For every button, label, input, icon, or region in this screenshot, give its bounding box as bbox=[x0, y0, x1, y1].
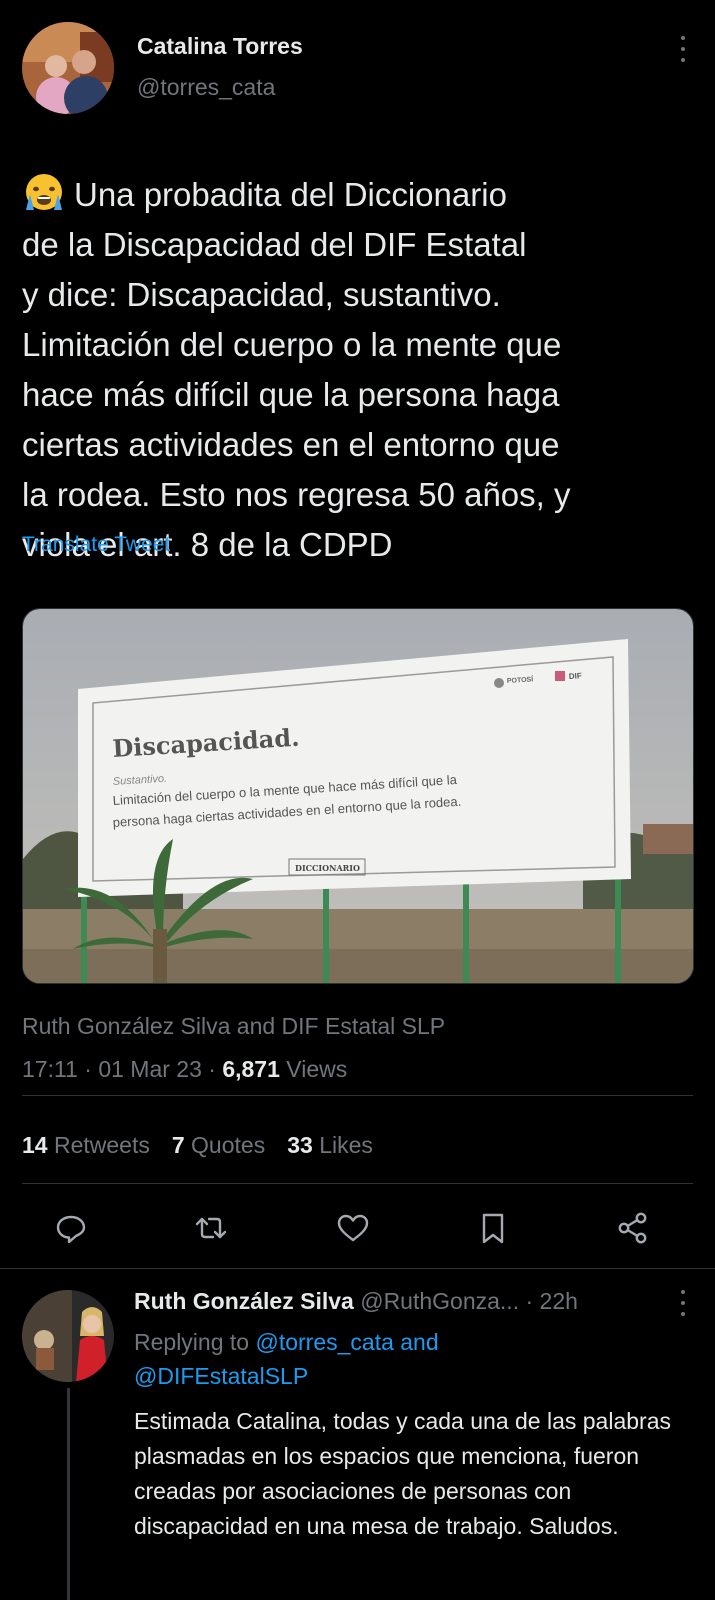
reply-header: Ruth González Silva @RuthGonza... · 22h bbox=[134, 1288, 578, 1315]
author-photo bbox=[22, 22, 114, 114]
likes-count: 33 bbox=[287, 1132, 313, 1158]
tagged-users[interactable]: Ruth González Silva and DIF Estatal SLP bbox=[22, 1013, 445, 1040]
separator: · bbox=[84, 1056, 92, 1082]
retweet-button[interactable] bbox=[193, 1210, 229, 1246]
separator: · bbox=[525, 1288, 534, 1314]
retweets-stat[interactable]: 14 Retweets bbox=[22, 1132, 150, 1159]
divider bbox=[22, 1183, 693, 1184]
reply-icon bbox=[56, 1215, 86, 1244]
like-button[interactable] bbox=[335, 1210, 371, 1246]
reply-button[interactable] bbox=[53, 1210, 89, 1246]
views-label: Views bbox=[286, 1056, 348, 1082]
bookmark-button[interactable] bbox=[475, 1210, 511, 1246]
replying-to-link-2[interactable]: @DIFEstatalSLP bbox=[134, 1363, 308, 1389]
divider bbox=[22, 1095, 693, 1096]
thread-line bbox=[67, 1388, 70, 1600]
action-bar bbox=[45, 1210, 685, 1246]
like-icon bbox=[337, 1214, 369, 1242]
section-divider bbox=[0, 1268, 715, 1269]
crying-face-icon bbox=[26, 174, 62, 210]
views-count: 6,871 bbox=[222, 1056, 280, 1082]
reply-author-handle[interactable]: @RuthGonza... bbox=[360, 1288, 519, 1314]
separator: · bbox=[208, 1056, 216, 1082]
translate-tweet-link[interactable]: Translate Tweet bbox=[22, 533, 170, 557]
quotes-stat[interactable]: 7 Quotes bbox=[172, 1132, 265, 1159]
likes-label: Likes bbox=[319, 1132, 373, 1158]
quotes-count: 7 bbox=[171, 1132, 185, 1158]
tweet-body: Una probadita del Diccionario de la Disc… bbox=[22, 120, 702, 570]
quotes-label: Quotes bbox=[191, 1132, 266, 1158]
author-avatar[interactable] bbox=[22, 22, 114, 114]
reply-author-avatar[interactable] bbox=[22, 1290, 114, 1382]
reply-more-options-icon[interactable] bbox=[679, 1290, 687, 1316]
tweet-media-image[interactable]: Discapacidad. Sustantivo. Limitación del… bbox=[22, 608, 694, 984]
retweet-icon bbox=[195, 1217, 227, 1239]
replying-to: Replying to @torres_cata and @DIFEstatal… bbox=[134, 1325, 694, 1393]
author-name[interactable]: Catalina Torres bbox=[137, 33, 303, 60]
retweets-label: Retweets bbox=[53, 1132, 150, 1158]
billboard-photo: Discapacidad. Sustantivo. Limitación del… bbox=[23, 609, 693, 983]
replying-to-link-1[interactable]: @torres_cata bbox=[255, 1329, 393, 1355]
tweet-time[interactable]: 17:11 bbox=[22, 1056, 78, 1082]
tweet-meta: 17:11 · 01 Mar 23 · 6,871 Views bbox=[22, 1056, 347, 1083]
author-handle[interactable]: @torres_cata bbox=[137, 74, 275, 101]
reply-time[interactable]: 22h bbox=[540, 1288, 578, 1314]
reply-body: Estimada Catalina, todas y cada una de l… bbox=[134, 1408, 671, 1539]
tweet-date[interactable]: 01 Mar 23 bbox=[98, 1056, 202, 1082]
share-icon bbox=[618, 1212, 647, 1244]
reply-author-name[interactable]: Ruth González Silva bbox=[134, 1288, 354, 1314]
billboard-footer: DICCIONARIO bbox=[295, 863, 360, 873]
tweet-stats: 14 Retweets 7 Quotes 33 Likes bbox=[22, 1132, 373, 1159]
more-options-icon[interactable] bbox=[679, 36, 687, 62]
reply-author-photo bbox=[22, 1290, 114, 1382]
share-button[interactable] bbox=[615, 1210, 651, 1246]
replying-and: and bbox=[400, 1329, 439, 1355]
likes-stat[interactable]: 33 Likes bbox=[287, 1132, 373, 1159]
retweets-count: 14 bbox=[22, 1132, 48, 1158]
bookmark-icon bbox=[482, 1213, 504, 1244]
tweet-text: Una probadita del Diccionario de la Disc… bbox=[22, 176, 571, 563]
replying-prefix: Replying to bbox=[134, 1329, 250, 1355]
billboard-logo-dif: DIF bbox=[569, 671, 583, 681]
